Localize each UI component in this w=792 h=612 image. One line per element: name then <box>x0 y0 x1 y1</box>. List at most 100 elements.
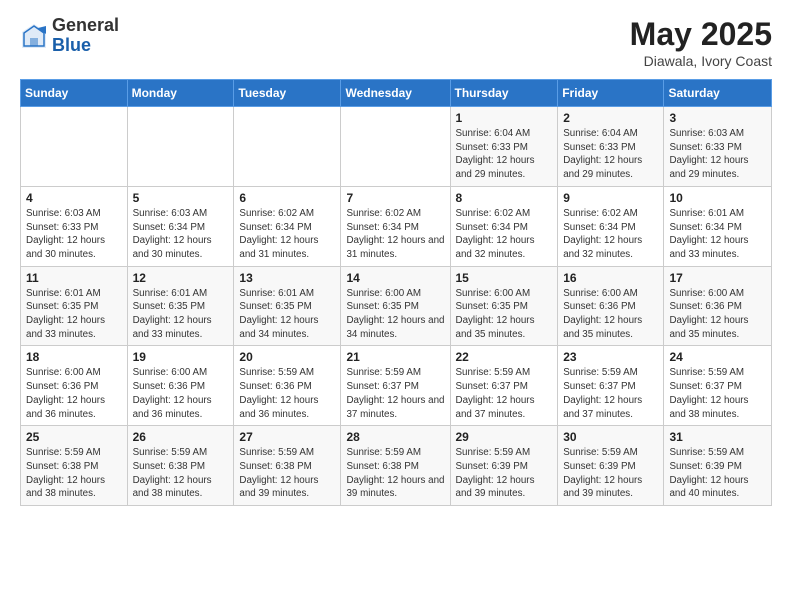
day-number: 26 <box>133 430 229 444</box>
calendar-cell: 21 Sunrise: 5:59 AM Sunset: 6:37 PM Dayli… <box>341 346 450 426</box>
day-number: 31 <box>669 430 766 444</box>
day-number: 24 <box>669 350 766 364</box>
day-info: Sunrise: 6:02 AM Sunset: 6:34 PM Dayligh… <box>456 207 553 262</box>
day-info: Sunrise: 6:00 AM Sunset: 6:35 PM Dayligh… <box>346 287 444 342</box>
day-info: Sunrise: 6:01 AM Sunset: 6:34 PM Dayligh… <box>669 207 766 262</box>
day-info: Sunrise: 6:01 AM Sunset: 6:35 PM Dayligh… <box>239 287 335 342</box>
calendar-cell: 11Sunrise: 6:01 AM Sunset: 6:35 PM Dayli… <box>21 266 128 346</box>
calendar-cell <box>341 107 450 187</box>
calendar-cell: 7 Sunrise: 6:02 AM Sunset: 6:34 PM Daylig… <box>341 186 450 266</box>
location: Diawala, Ivory Coast <box>630 53 772 69</box>
logo-general-text: General <box>52 16 119 36</box>
day-number: 30 <box>563 430 658 444</box>
day-number: 14 <box>346 271 444 285</box>
calendar-cell: 30 Sunrise: 5:59 AM Sunset: 6:39 PM Dayli… <box>558 426 664 506</box>
day-info: Sunrise: 6:01 AM Sunset: 6:35 PM Dayligh… <box>133 287 229 342</box>
day-info: Sunrise: 6:00 AM Sunset: 6:36 PM Dayligh… <box>26 366 122 421</box>
day-info: Sunrise: 6:04 AM Sunset: 6:33 PM Dayligh… <box>563 127 658 182</box>
day-info: Sunrise: 6:00 AM Sunset: 6:36 PM Dayligh… <box>563 287 658 342</box>
calendar-cell: 14 Sunrise: 6:00 AM Sunset: 6:35 PM Dayli… <box>341 266 450 346</box>
day-header-saturday: Saturday <box>664 80 772 107</box>
day-info: Sunrise: 5:59 AM Sunset: 6:38 PM Dayligh… <box>346 446 444 501</box>
day-info: Sunrise: 5:59 AM Sunset: 6:37 PM Dayligh… <box>346 366 444 421</box>
calendar-cell: 24 Sunrise: 5:59 AM Sunset: 6:37 PM Dayli… <box>664 346 772 426</box>
calendar-cell: 19Sunrise: 6:00 AM Sunset: 6:36 PM Dayli… <box>127 346 234 426</box>
day-number: 27 <box>239 430 335 444</box>
day-number: 22 <box>456 350 553 364</box>
day-header-monday: Monday <box>127 80 234 107</box>
day-info: Sunrise: 5:59 AM Sunset: 6:39 PM Dayligh… <box>456 446 553 501</box>
day-number: 12 <box>133 271 229 285</box>
day-info: Sunrise: 6:03 AM Sunset: 6:34 PM Dayligh… <box>133 207 229 262</box>
calendar-cell: 13 Sunrise: 6:01 AM Sunset: 6:35 PM Dayli… <box>234 266 341 346</box>
day-info: Sunrise: 5:59 AM Sunset: 6:39 PM Dayligh… <box>669 446 766 501</box>
calendar-cell: 8Sunrise: 6:02 AM Sunset: 6:34 PM Daylig… <box>450 186 558 266</box>
day-info: Sunrise: 5:59 AM Sunset: 6:38 PM Dayligh… <box>26 446 122 501</box>
day-number: 29 <box>456 430 553 444</box>
calendar-cell: 16 Sunrise: 6:00 AM Sunset: 6:36 PM Dayli… <box>558 266 664 346</box>
day-info: Sunrise: 5:59 AM Sunset: 6:37 PM Dayligh… <box>563 366 658 421</box>
day-info: Sunrise: 5:59 AM Sunset: 6:37 PM Dayligh… <box>669 366 766 421</box>
day-number: 16 <box>563 271 658 285</box>
calendar-cell <box>127 107 234 187</box>
day-number: 25 <box>26 430 122 444</box>
day-info: Sunrise: 5:59 AM Sunset: 6:38 PM Dayligh… <box>239 446 335 501</box>
calendar-cell <box>234 107 341 187</box>
calendar-cell: 3Sunrise: 6:03 AM Sunset: 6:33 PM Daylig… <box>664 107 772 187</box>
day-info: Sunrise: 6:03 AM Sunset: 6:33 PM Dayligh… <box>26 207 122 262</box>
calendar-week-1: 1 Sunrise: 6:04 AM Sunset: 6:33 PM Daylig… <box>21 107 772 187</box>
day-number: 9 <box>563 191 658 205</box>
day-number: 17 <box>669 271 766 285</box>
calendar-cell: 4 Sunrise: 6:03 AM Sunset: 6:33 PM Daylig… <box>21 186 128 266</box>
day-info: Sunrise: 6:02 AM Sunset: 6:34 PM Dayligh… <box>346 207 444 262</box>
day-number: 19 <box>133 350 229 364</box>
calendar-cell: 12 Sunrise: 6:01 AM Sunset: 6:35 PM Dayli… <box>127 266 234 346</box>
day-info: Sunrise: 5:59 AM Sunset: 6:36 PM Dayligh… <box>239 366 335 421</box>
day-number: 7 <box>346 191 444 205</box>
day-number: 20 <box>239 350 335 364</box>
day-info: Sunrise: 5:59 AM Sunset: 6:37 PM Dayligh… <box>456 366 553 421</box>
day-info: Sunrise: 5:59 AM Sunset: 6:38 PM Dayligh… <box>133 446 229 501</box>
day-info: Sunrise: 6:02 AM Sunset: 6:34 PM Dayligh… <box>239 207 335 262</box>
calendar-cell: 20 Sunrise: 5:59 AM Sunset: 6:36 PM Dayli… <box>234 346 341 426</box>
calendar-cell: 31 Sunrise: 5:59 AM Sunset: 6:39 PM Dayli… <box>664 426 772 506</box>
day-header-friday: Friday <box>558 80 664 107</box>
day-number: 21 <box>346 350 444 364</box>
day-header-tuesday: Tuesday <box>234 80 341 107</box>
calendar-cell: 17 Sunrise: 6:00 AM Sunset: 6:36 PM Dayli… <box>664 266 772 346</box>
calendar-cell: 22 Sunrise: 5:59 AM Sunset: 6:37 PM Dayli… <box>450 346 558 426</box>
header: General Blue May 2025 Diawala, Ivory Coa… <box>20 16 772 69</box>
calendar-week-3: 11Sunrise: 6:01 AM Sunset: 6:35 PM Dayli… <box>21 266 772 346</box>
month-year: May 2025 <box>630 16 772 53</box>
calendar-cell <box>21 107 128 187</box>
day-info: Sunrise: 6:00 AM Sunset: 6:35 PM Dayligh… <box>456 287 553 342</box>
calendar-cell: 2Sunrise: 6:04 AM Sunset: 6:33 PM Daylig… <box>558 107 664 187</box>
page: General Blue May 2025 Diawala, Ivory Coa… <box>0 0 792 612</box>
day-info: Sunrise: 5:59 AM Sunset: 6:39 PM Dayligh… <box>563 446 658 501</box>
day-number: 1 <box>456 111 553 125</box>
day-number: 18 <box>26 350 122 364</box>
day-number: 4 <box>26 191 122 205</box>
calendar-cell: 27 Sunrise: 5:59 AM Sunset: 6:38 PM Dayli… <box>234 426 341 506</box>
calendar-cell: 15 Sunrise: 6:00 AM Sunset: 6:35 PM Dayli… <box>450 266 558 346</box>
day-number: 13 <box>239 271 335 285</box>
calendar-header-row: SundayMondayTuesdayWednesdayThursdayFrid… <box>21 80 772 107</box>
calendar-week-2: 4 Sunrise: 6:03 AM Sunset: 6:33 PM Daylig… <box>21 186 772 266</box>
calendar-cell: 23 Sunrise: 5:59 AM Sunset: 6:37 PM Dayli… <box>558 346 664 426</box>
day-number: 23 <box>563 350 658 364</box>
logo-blue-text: Blue <box>52 36 119 56</box>
day-info: Sunrise: 6:01 AM Sunset: 6:35 PM Dayligh… <box>26 287 122 342</box>
calendar-cell: 18 Sunrise: 6:00 AM Sunset: 6:36 PM Dayli… <box>21 346 128 426</box>
day-number: 15 <box>456 271 553 285</box>
calendar-cell: 28Sunrise: 5:59 AM Sunset: 6:38 PM Dayli… <box>341 426 450 506</box>
logo: General Blue <box>20 16 119 56</box>
day-info: Sunrise: 6:00 AM Sunset: 6:36 PM Dayligh… <box>669 287 766 342</box>
calendar-cell: 10Sunrise: 6:01 AM Sunset: 6:34 PM Dayli… <box>664 186 772 266</box>
calendar-cell: 29 Sunrise: 5:59 AM Sunset: 6:39 PM Dayli… <box>450 426 558 506</box>
calendar: SundayMondayTuesdayWednesdayThursdayFrid… <box>20 79 772 506</box>
day-info: Sunrise: 6:02 AM Sunset: 6:34 PM Dayligh… <box>563 207 658 262</box>
calendar-week-5: 25 Sunrise: 5:59 AM Sunset: 6:38 PM Dayli… <box>21 426 772 506</box>
day-header-wednesday: Wednesday <box>341 80 450 107</box>
day-info: Sunrise: 6:03 AM Sunset: 6:33 PM Dayligh… <box>669 127 766 182</box>
logo-icon <box>20 22 48 50</box>
